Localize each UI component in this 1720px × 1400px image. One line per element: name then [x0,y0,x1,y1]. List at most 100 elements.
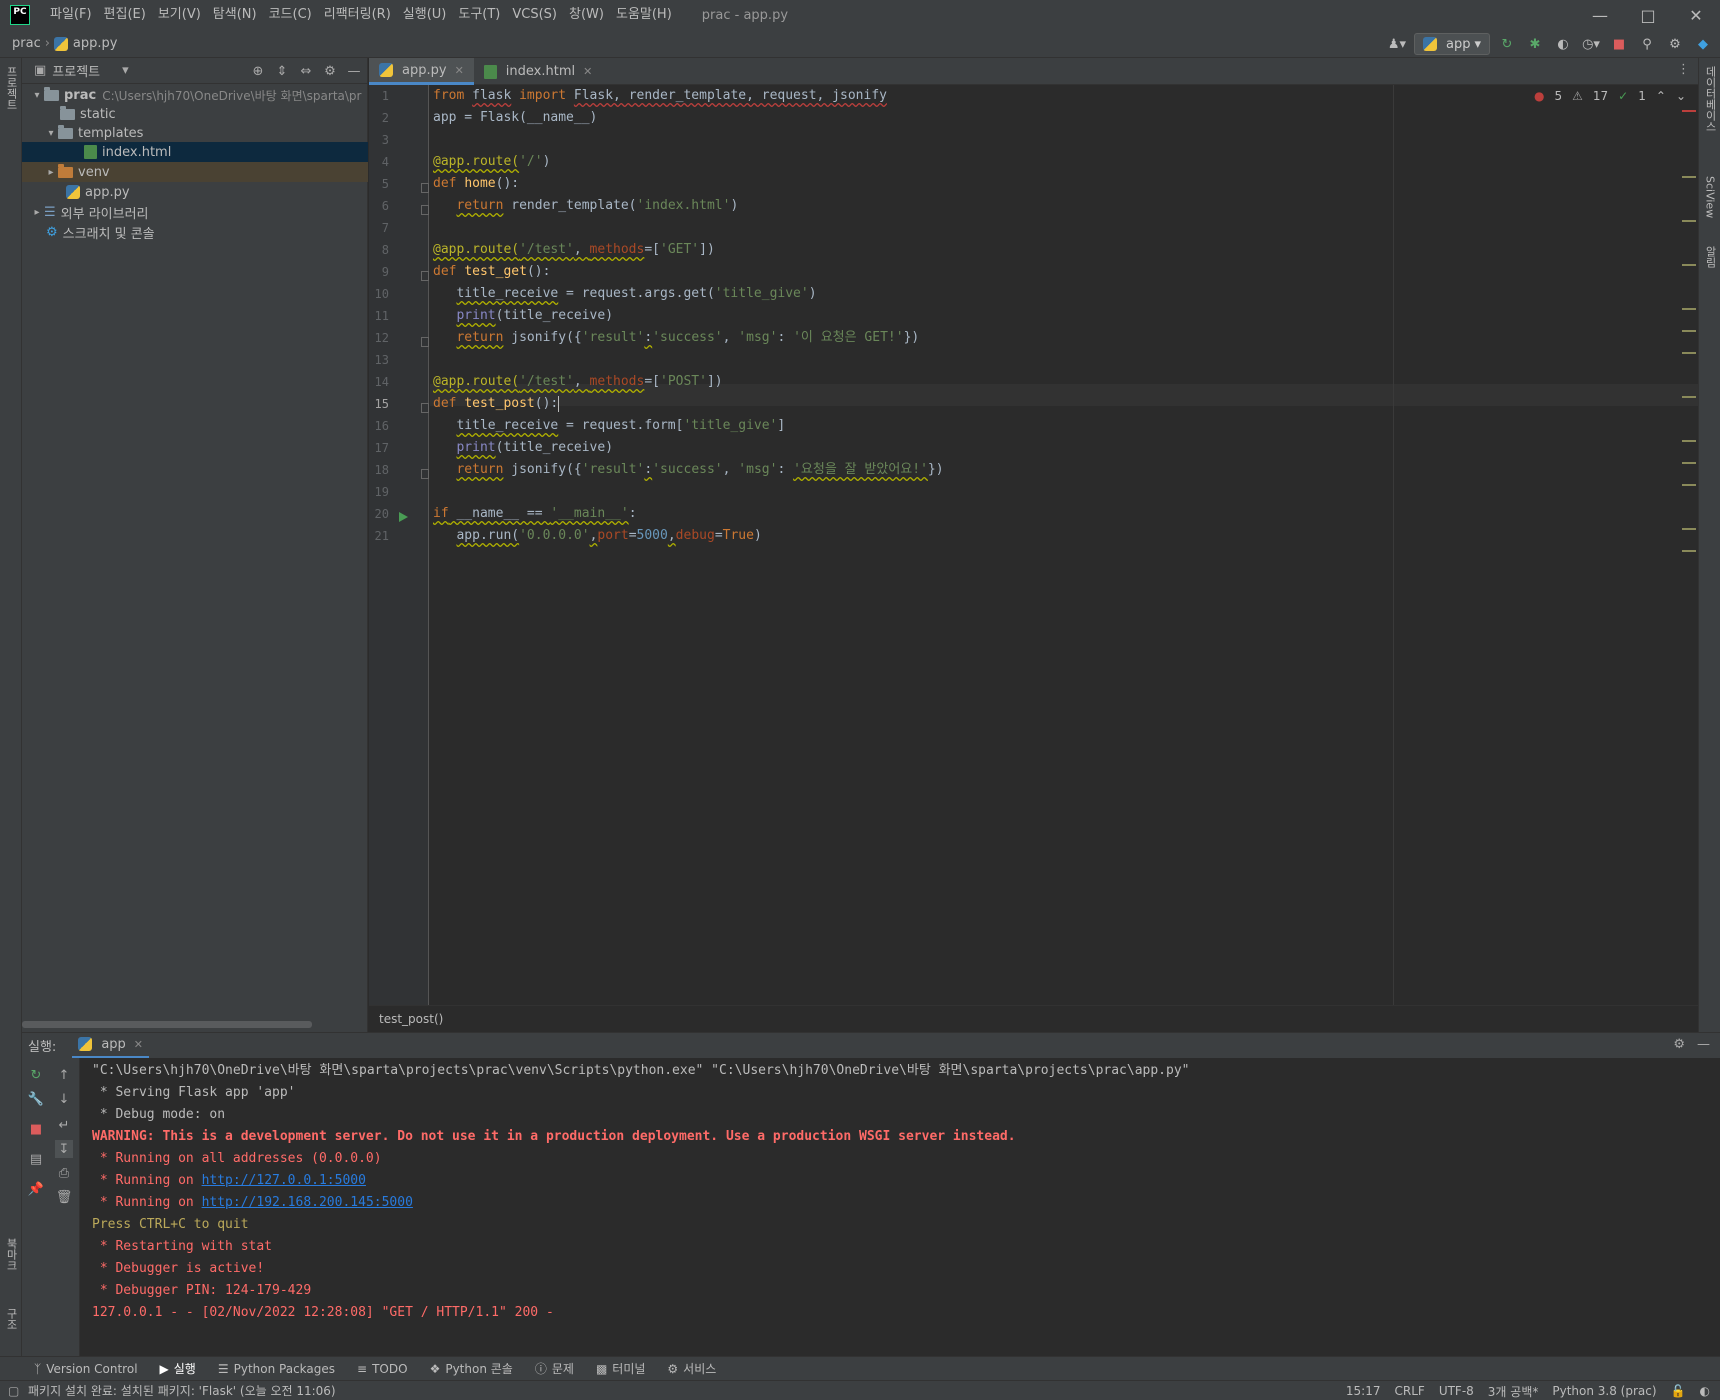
fold-icon[interactable] [421,183,429,193]
tool-python-console[interactable]: ❖ Python 콘솔 [430,1360,513,1377]
pin-icon[interactable]: 📌 [27,1180,45,1198]
print-icon[interactable]: ⎙ [55,1164,73,1182]
tree-item-templates[interactable]: ▾ templates [22,123,368,143]
project-view-title[interactable]: 프로젝트 [52,61,100,80]
console-output[interactable]: "C:\Users\hjh70\OneDrive\바탕 화면\sparta\pr… [80,1058,1698,1364]
menu-edit[interactable]: 편집(E) [98,0,152,30]
tree-item-static[interactable]: static [22,104,368,124]
horizontal-scrollbar[interactable] [22,1021,312,1028]
tab-index-html[interactable]: index.html ✕ [474,58,603,85]
status-message[interactable]: 패키지 설치 완료: 설치된 패키지: 'Flask' (오늘 오전 11:06… [28,1382,336,1399]
menu-code[interactable]: 코드(C) [263,0,318,30]
code-editor[interactable]: from flask import Flask, render_template… [430,85,1698,1005]
breadcrumb-project[interactable]: prac [12,36,41,51]
memory-indicator-icon[interactable]: ◐ [1700,1384,1710,1398]
run-config-selector[interactable]: app ▾ [1413,33,1490,55]
warning-mark[interactable] [1682,462,1696,464]
locate-icon[interactable]: ⊕ [249,62,267,80]
indent-setting[interactable]: 3개 공백* [1488,1383,1539,1400]
user-icon[interactable]: ♟▾ [1386,33,1408,55]
chevron-down-icon[interactable]: ⌄ [1676,89,1686,103]
maximize-icon[interactable]: □ [1624,0,1672,30]
scroll-to-end-icon[interactable]: ↧ [55,1140,73,1158]
hide-icon[interactable]: — [1697,1037,1710,1052]
tree-item-prac[interactable]: ▾ prac C:\Users\hjh70\OneDrive\바탕 화면\spa… [22,85,368,105]
tool-terminal[interactable]: ▩ 터미널 [596,1360,645,1377]
arrow-down-icon[interactable]: ↓ [55,1090,73,1108]
warning-mark[interactable] [1682,528,1696,530]
tool-problems[interactable]: ⓘ 문제 [535,1360,574,1377]
warning-mark[interactable] [1682,308,1696,310]
warning-mark[interactable] [1682,550,1696,552]
menu-vcs[interactable]: VCS(S) [506,0,563,30]
tool-services[interactable]: ⚙ 서비스 [667,1360,716,1377]
soft-wrap-icon[interactable]: ↵ [55,1116,73,1134]
arrow-up-icon[interactable]: ↑ [55,1066,73,1084]
sciview-tool-tab[interactable]: SciView [1701,176,1719,218]
warning-mark[interactable] [1682,330,1696,332]
fold-icon[interactable] [421,271,429,281]
close-icon[interactable]: ✕ [134,1038,143,1051]
collapse-all-icon[interactable]: ⇔ [297,62,315,80]
menu-window[interactable]: 창(W) [563,0,610,30]
minimize-icon[interactable]: — [1576,0,1624,30]
tree-item-app-py[interactable]: app.py [22,182,368,202]
project-tool-tab[interactable]: 프로젝트 [2,66,20,110]
gear-icon[interactable]: ⚙ [1664,33,1686,55]
tool-todo[interactable]: ≡ TODO [357,1362,408,1376]
menu-help[interactable]: 도움말(H) [610,0,678,30]
chevron-right-icon[interactable]: ▸ [30,207,44,218]
structure-tool-tab[interactable]: 구조 [2,1308,20,1330]
warning-mark[interactable] [1682,264,1696,266]
fold-icon[interactable] [421,337,429,347]
panel-toggle-icon[interactable]: ▢ [8,1384,19,1398]
rerun-icon[interactable]: ↻ [27,1066,45,1084]
chevron-down-icon[interactable]: ▾ [30,90,44,101]
menu-run[interactable]: 실행(U) [397,0,453,30]
rerun-icon[interactable]: ↻ [1496,33,1518,55]
profile-icon[interactable]: ◷▾ [1580,33,1602,55]
gear-icon[interactable]: ⚙ [321,62,339,80]
warning-mark[interactable] [1682,396,1696,398]
console-link[interactable]: http://192.168.200.145:5000 [202,1195,413,1210]
lock-icon[interactable]: 🔓 [1671,1384,1686,1398]
tree-item-scratches[interactable]: ⚙ 스크래치 및 콘솔 [22,222,368,242]
inspection-widget[interactable]: ● 5 ⚠ 17 ✓ 1 ⌃ ⌄ [1534,89,1686,103]
chevron-down-icon[interactable]: ▾ [44,128,58,139]
close-icon[interactable]: ✕ [1672,0,1720,30]
gear-icon[interactable]: ⚙ [1673,1037,1685,1052]
line-separator[interactable]: CRLF [1395,1384,1425,1398]
tool-run[interactable]: ▶ 실행 [160,1360,196,1377]
breadcrumb-file[interactable]: app.py [73,36,118,51]
tab-app-py[interactable]: app.py ✕ [369,58,474,85]
run-gutter-icon[interactable] [399,512,408,522]
fold-icon[interactable] [421,403,429,413]
fold-icon[interactable] [421,205,429,215]
fold-icon[interactable] [421,469,429,479]
error-mark[interactable] [1682,110,1696,112]
search-icon[interactable]: ⚲ [1636,33,1658,55]
run-tab-app[interactable]: app ✕ [72,1033,150,1059]
tree-item-external-libraries[interactable]: ▸ ☰ 외부 라이브러리 [22,202,368,222]
python-interpreter[interactable]: Python 3.8 (prac) [1552,1384,1656,1398]
editor-breadcrumb[interactable]: test_post() [369,1005,1698,1032]
caret-position[interactable]: 15:17 [1346,1384,1381,1398]
notifications-tool-tab[interactable]: 알림 [1701,246,1719,268]
more-icon[interactable]: ⋮ [1677,62,1690,77]
chevron-up-icon[interactable]: ⌃ [1656,89,1666,103]
layout-icon[interactable]: ▤ [27,1150,45,1168]
tree-item-venv[interactable]: ▸ venv [22,162,368,182]
menu-file[interactable]: 파일(F) [44,0,98,30]
file-encoding[interactable]: UTF-8 [1439,1384,1474,1398]
chevron-right-icon[interactable]: ▸ [44,167,58,178]
database-tool-tab[interactable]: 데이터베이스 [1701,66,1719,132]
warning-mark[interactable] [1682,352,1696,354]
close-icon[interactable]: ✕ [455,64,464,77]
warning-mark[interactable] [1682,440,1696,442]
debug-icon[interactable]: ✱ [1524,33,1546,55]
menu-navigate[interactable]: 탐색(N) [207,0,263,30]
menu-tools[interactable]: 도구(T) [452,0,506,30]
menu-view[interactable]: 보기(V) [152,0,207,30]
wrench-icon[interactable]: 🔧 [27,1090,45,1108]
jetbrains-toolbox-icon[interactable]: ◆ [1692,33,1714,55]
